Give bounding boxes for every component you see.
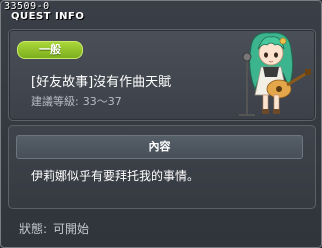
quest-info-window: 33509-0 QUEST INFO 一般 [好友故事]沒有作曲天賦 建議等級:… xyxy=(0,0,322,248)
window-title: QUEST INFO xyxy=(11,11,85,22)
category-badge: 一般 xyxy=(17,41,83,59)
quest-name: [好友故事]沒有作曲天賦 xyxy=(31,75,172,90)
status-value: 可開始 xyxy=(53,222,90,236)
recommended-level: 建議等級: 33～37 xyxy=(31,93,122,109)
quest-description: 伊莉娜似乎有要拜托我的事情。 xyxy=(31,169,200,183)
title-bar[interactable]: QUEST INFO xyxy=(1,11,321,25)
level-range: 33～37 xyxy=(82,95,122,108)
level-label: 建議等級: xyxy=(31,95,79,108)
npc-girl-with-guitar-icon xyxy=(239,32,311,116)
content-header: 內容 xyxy=(16,135,303,159)
quest-status: 狀態: 可開始 xyxy=(19,220,89,237)
status-label: 狀態: xyxy=(19,222,48,236)
